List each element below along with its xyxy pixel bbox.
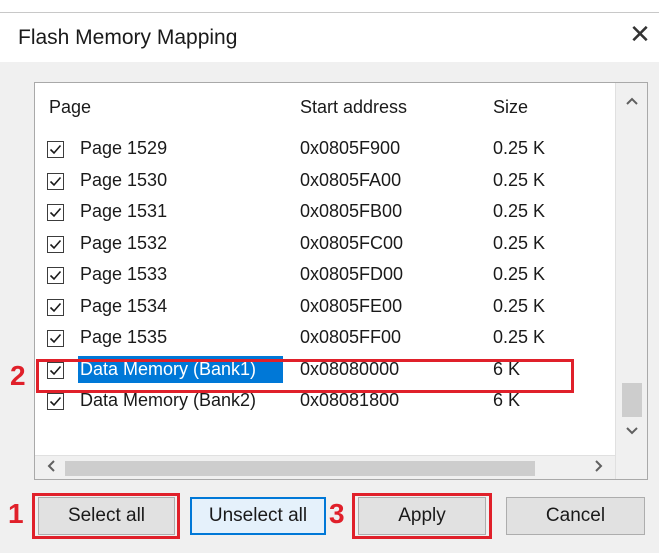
checkmark-icon bbox=[49, 207, 62, 218]
table-row[interactable]: Page 1529 0x0805F900 0.25 K bbox=[35, 135, 613, 166]
table-cell-page: Data Memory (Bank2) bbox=[80, 390, 257, 410]
checkmark-icon bbox=[49, 396, 62, 407]
row-checkbox[interactable] bbox=[47, 330, 64, 347]
chevron-down-icon[interactable] bbox=[616, 419, 647, 443]
checkmark-icon bbox=[49, 270, 62, 281]
table-cell-page: Page 1529 bbox=[80, 138, 168, 158]
vertical-scrollbar[interactable] bbox=[615, 83, 647, 479]
annotation-box-select-all bbox=[32, 493, 180, 539]
vertical-scroll-thumb[interactable] bbox=[622, 383, 642, 417]
table-cell-page: Page 1533 bbox=[80, 264, 168, 284]
table-row[interactable]: Page 1530 0x0805FA00 0.25 K bbox=[35, 167, 613, 198]
row-checkbox[interactable] bbox=[47, 298, 64, 316]
table-row[interactable]: Page 1535 0x0805FF00 0.25 K bbox=[35, 324, 613, 355]
annotation-marker-1: 1 bbox=[8, 498, 24, 529]
horizontal-scroll-thumb[interactable] bbox=[65, 461, 535, 476]
column-header-page[interactable]: Page bbox=[49, 97, 91, 118]
page-list[interactable]: Page Start address Size Page 1529 0x0805F… bbox=[34, 82, 648, 480]
table-cell-size: 6 K bbox=[493, 390, 521, 410]
dialog-title: Flash Memory Mapping bbox=[18, 26, 238, 49]
annotation-box-apply bbox=[352, 493, 492, 539]
table-cell-size: 0.25 K bbox=[493, 264, 546, 284]
table-cell-page: Page 1534 bbox=[80, 295, 168, 316]
table-cell-start-address: 0x0805FF00 bbox=[300, 327, 402, 347]
close-icon[interactable]: ✕ bbox=[628, 21, 652, 47]
table-cell-start-address: 0x0805FD00 bbox=[300, 264, 404, 284]
annotation-box-data-memory-bank1 bbox=[36, 359, 574, 393]
table-cell-page: Page 1532 bbox=[80, 232, 168, 253]
table-cell-start-address: 0x0805FB00 bbox=[300, 201, 403, 221]
table-row[interactable]: Page 1532 0x0805FC00 0.25 K bbox=[35, 230, 613, 261]
cancel-button[interactable]: Cancel bbox=[506, 497, 645, 535]
window-top-border bbox=[0, 12, 659, 13]
checkmark-icon bbox=[49, 333, 62, 344]
table-cell-page: Page 1530 bbox=[80, 169, 168, 190]
column-header-start-address[interactable]: Start address bbox=[300, 97, 407, 118]
horizontal-scrollbar[interactable] bbox=[35, 455, 615, 479]
table-cell-start-address: 0x0805FC00 bbox=[300, 232, 404, 253]
row-checkbox[interactable] bbox=[47, 267, 64, 284]
row-checkbox[interactable] bbox=[47, 393, 64, 410]
checkmark-icon bbox=[49, 239, 62, 249]
row-checkbox[interactable] bbox=[47, 172, 64, 190]
unselect-all-button[interactable]: Unselect all bbox=[190, 497, 326, 535]
column-header-size[interactable]: Size bbox=[493, 97, 528, 118]
table-cell-start-address: 0x0805FA00 bbox=[300, 169, 402, 190]
row-checkbox[interactable] bbox=[47, 235, 64, 253]
chevron-left-icon[interactable] bbox=[39, 456, 63, 479]
table-cell-size: 0.25 K bbox=[493, 295, 546, 316]
table-cell-page: Page 1535 bbox=[80, 327, 168, 347]
row-checkbox[interactable] bbox=[47, 141, 64, 158]
table-cell-start-address: 0x0805FE00 bbox=[300, 295, 403, 316]
table-row[interactable]: Page 1531 0x0805FB00 0.25 K bbox=[35, 198, 613, 229]
table-cell-size: 0.25 K bbox=[493, 232, 546, 253]
chevron-up-icon[interactable] bbox=[616, 89, 647, 113]
table-cell-start-address: 0x08081800 bbox=[300, 390, 400, 410]
table-cell-page: Page 1531 bbox=[80, 201, 168, 221]
annotation-marker-3: 3 bbox=[329, 498, 345, 529]
row-checkbox[interactable] bbox=[47, 204, 64, 221]
table-cell-size: 0.25 K bbox=[493, 201, 546, 221]
annotation-marker-2: 2 bbox=[10, 360, 26, 391]
table-cell-start-address: 0x0805F900 bbox=[300, 138, 401, 158]
checkmark-icon bbox=[49, 144, 62, 155]
checkmark-icon bbox=[49, 176, 62, 186]
table-cell-size: 0.25 K bbox=[493, 138, 546, 158]
chevron-right-icon[interactable] bbox=[587, 456, 611, 479]
checkmark-icon bbox=[49, 302, 62, 312]
table-row[interactable]: Page 1533 0x0805FD00 0.25 K bbox=[35, 261, 613, 292]
table-cell-size: 0.25 K bbox=[493, 169, 546, 190]
table-row[interactable]: Page 1534 0x0805FE00 0.25 K bbox=[35, 293, 613, 324]
table-cell-size: 0.25 K bbox=[493, 327, 546, 347]
